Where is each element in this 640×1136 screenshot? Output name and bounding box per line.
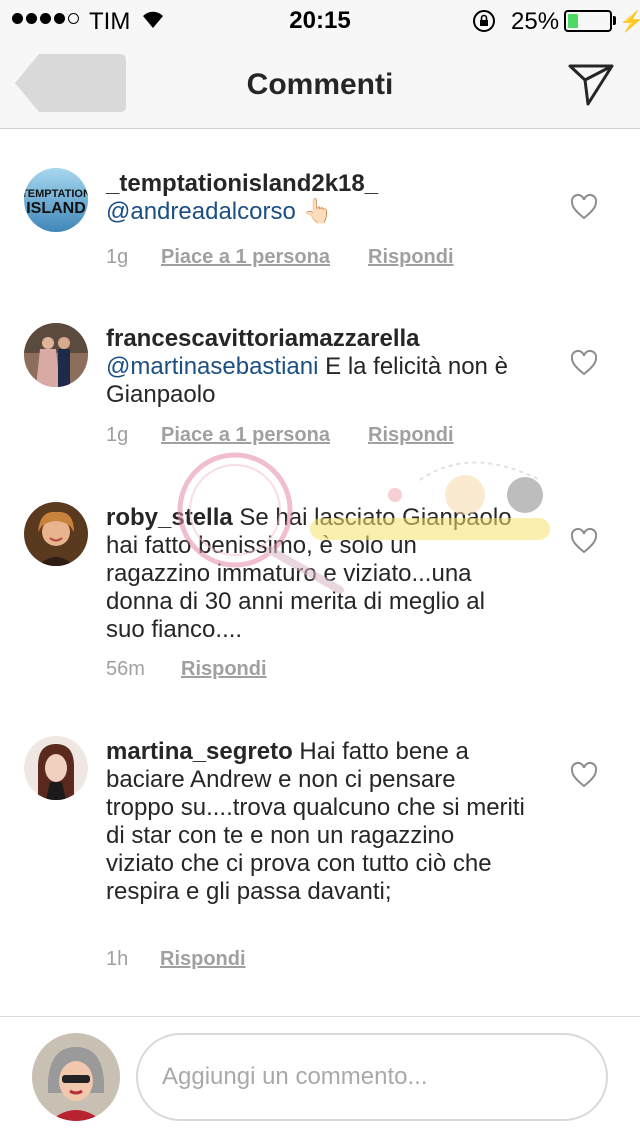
comment-time: 1g xyxy=(106,424,129,446)
reply-link[interactable]: Rispondi xyxy=(160,948,246,971)
avatar[interactable] xyxy=(24,502,88,566)
like-heart-icon[interactable] xyxy=(570,528,598,554)
comment-input[interactable] xyxy=(136,1033,608,1121)
battery-tip xyxy=(613,16,616,25)
status-bar: TIM 20:15 25% ⚡ xyxy=(0,0,640,40)
comment-time: 56m xyxy=(106,658,145,680)
battery-icon xyxy=(564,10,612,32)
like-heart-icon[interactable] xyxy=(570,350,598,376)
logo-text-bottom: ISLAND xyxy=(26,200,86,217)
comment-mention[interactable]: @martinasebastiani xyxy=(106,353,318,380)
avatar[interactable] xyxy=(24,736,88,800)
comment-meta: 1h Rispondi xyxy=(106,948,246,971)
charging-bolt-icon: ⚡ xyxy=(619,11,640,33)
comment-username[interactable]: francescavittoriamazzarella xyxy=(106,325,420,352)
reply-link[interactable]: Rispondi xyxy=(368,246,454,269)
comment-body: francescavittoriamazzarella @martinaseba… xyxy=(106,325,526,409)
comment-body: roby_stella Se hai lasciato Gianpaolo ha… xyxy=(106,504,526,644)
logo-text-top: TEMPTATION xyxy=(24,188,88,200)
comment-username[interactable]: _temptationisland2k18_ xyxy=(106,170,378,197)
like-heart-icon[interactable] xyxy=(570,194,598,220)
likes-link[interactable]: Piace a 1 persona xyxy=(161,424,368,447)
battery-percent: 25% xyxy=(511,8,560,35)
comment-text: 👆🏻 xyxy=(295,198,333,225)
comment-body: _temptationisland2k18_ @andreadalcorso 👆… xyxy=(106,170,526,226)
comment-composer-bar xyxy=(0,1016,640,1136)
comment-username[interactable]: martina_segreto xyxy=(106,738,293,765)
send-direct-icon[interactable] xyxy=(567,60,615,108)
rotation-lock-icon xyxy=(473,10,495,32)
navigation-bar: Commenti xyxy=(0,40,640,129)
comment-mention[interactable]: @andreadalcorso xyxy=(106,198,296,225)
comment-body: martina_segreto Hai fatto bene a baciare… xyxy=(106,738,526,906)
like-heart-icon[interactable] xyxy=(570,762,598,788)
comment-username[interactable]: roby_stella xyxy=(106,504,233,531)
comment-time: 1g xyxy=(106,246,129,268)
reply-link[interactable]: Rispondi xyxy=(368,424,454,447)
comment-meta: 1g Piace a 1 persona Rispondi xyxy=(106,424,454,447)
battery-level-fill xyxy=(568,14,578,28)
avatar[interactable] xyxy=(24,323,88,387)
reply-link[interactable]: Rispondi xyxy=(181,658,267,681)
page-title: Commenti xyxy=(246,68,394,101)
avatar[interactable]: TEMPTATION ISLAND xyxy=(24,168,88,232)
likes-link[interactable]: Piace a 1 persona xyxy=(161,246,368,269)
comment-meta: 56m Rispondi xyxy=(106,658,267,681)
current-user-avatar[interactable] xyxy=(32,1033,120,1121)
comment-time: 1h xyxy=(106,948,129,970)
comment-meta: 1g Piace a 1 persona Rispondi xyxy=(106,246,454,269)
